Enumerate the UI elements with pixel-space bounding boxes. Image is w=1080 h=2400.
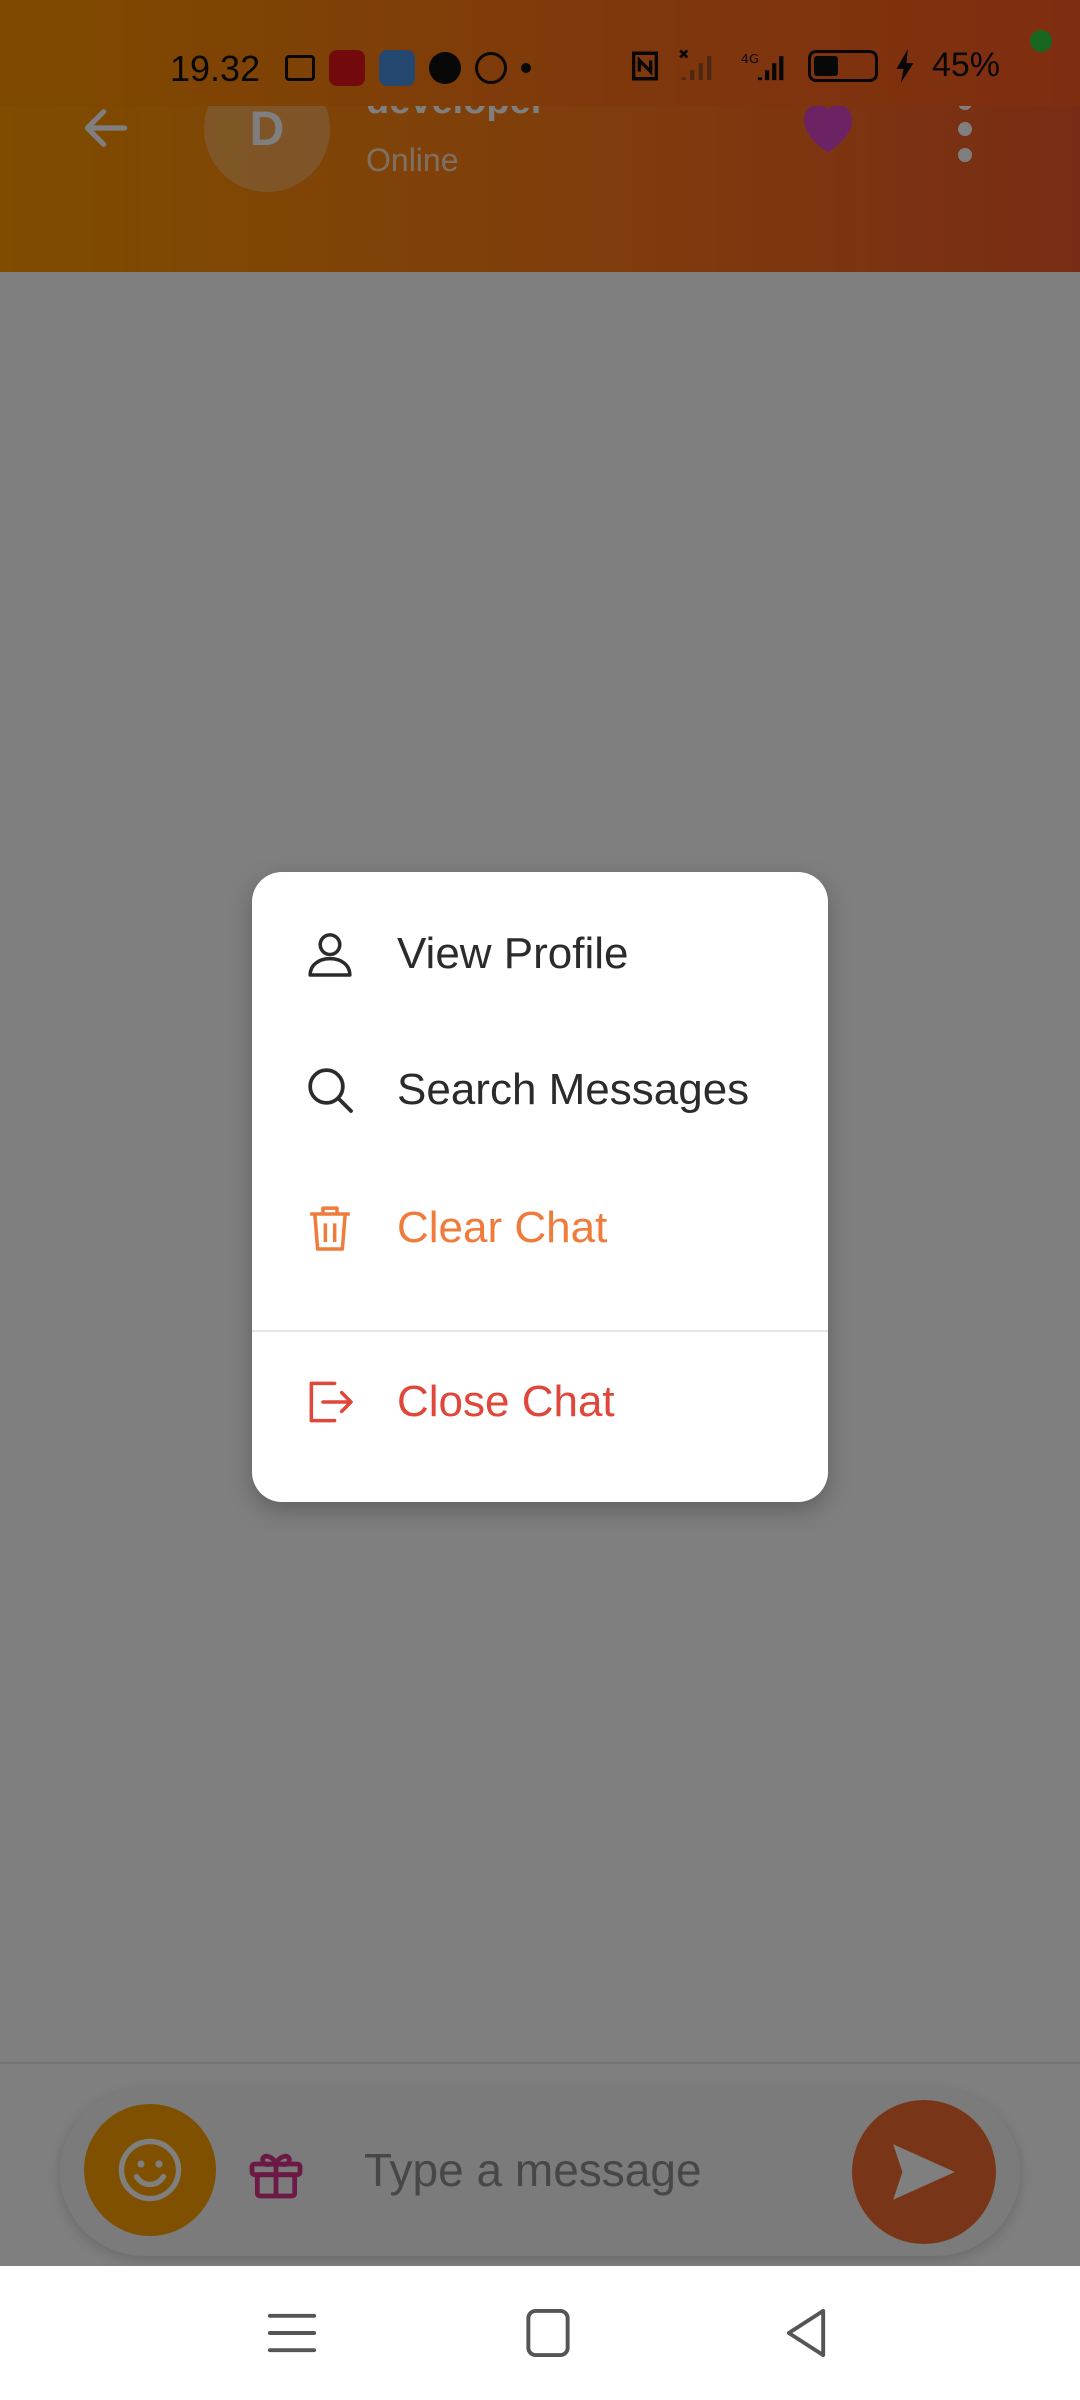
menu-item-clear-chat[interactable]: Clear Chat — [252, 1168, 828, 1288]
home-icon[interactable] — [518, 2306, 578, 2360]
logout-icon — [309, 1381, 353, 1423]
menu-item-view-profile[interactable]: View Profile — [252, 894, 828, 1014]
recent-apps-icon[interactable] — [262, 2306, 322, 2360]
menu-label-close-chat: Close Chat — [397, 1377, 615, 1426]
person-icon — [308, 933, 352, 977]
trash-icon — [310, 1206, 350, 1251]
search-icon — [308, 1068, 353, 1113]
chat-options-menu: View Profile Search Messages Clear Chat … — [252, 872, 828, 1502]
menu-divider — [252, 1330, 828, 1332]
menu-label-clear-chat: Clear Chat — [397, 1203, 608, 1252]
back-icon[interactable] — [776, 2306, 836, 2360]
menu-item-search-messages[interactable]: Search Messages — [252, 1030, 828, 1150]
system-nav-bar — [0, 2266, 1080, 2400]
menu-item-close-chat[interactable]: Close Chat — [252, 1342, 828, 1462]
menu-label-view-profile: View Profile — [397, 929, 629, 978]
menu-label-search-messages: Search Messages — [397, 1065, 750, 1114]
